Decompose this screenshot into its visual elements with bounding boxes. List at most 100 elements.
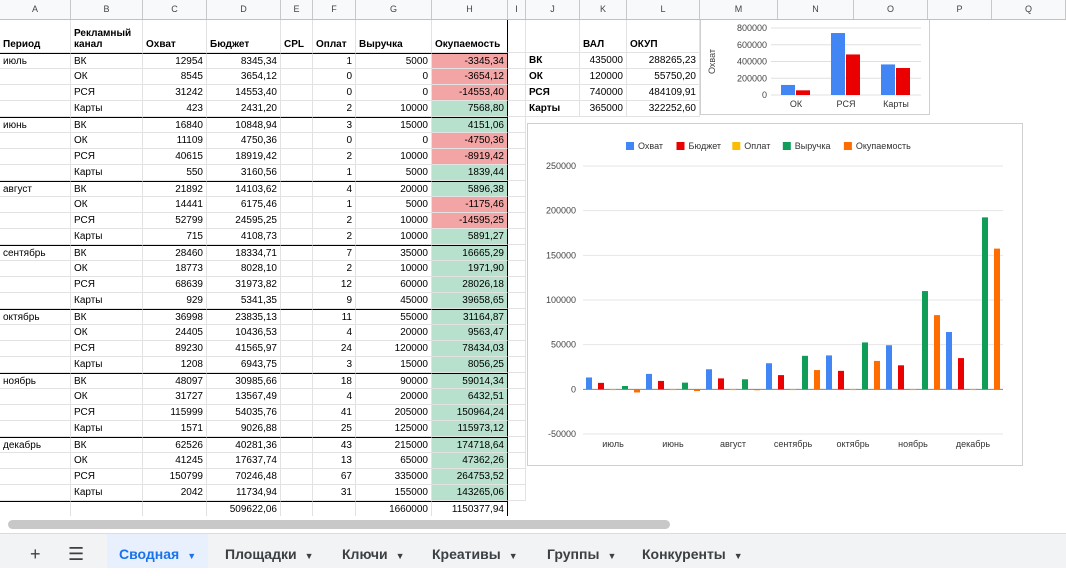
table-cell[interactable]: ноябрь <box>0 373 71 389</box>
empty-cell[interactable] <box>508 149 526 165</box>
table-cell[interactable]: 5000 <box>356 197 432 213</box>
sheet-tab[interactable]: Креативы ▼ <box>420 534 530 568</box>
empty-cell[interactable] <box>508 421 526 437</box>
summary-bar-chart[interactable]: 0 200000 400000 600000 800000 Охват ОК РСЯ Карты <box>700 20 930 115</box>
table-cell[interactable] <box>281 69 313 85</box>
table-cell[interactable] <box>281 101 313 117</box>
empty-cell[interactable] <box>508 261 526 277</box>
table-cell[interactable]: 125000 <box>356 421 432 437</box>
payback-cell[interactable]: 7568,80 <box>432 101 508 117</box>
header-cell[interactable]: Оплат <box>313 20 356 53</box>
table-cell[interactable] <box>281 325 313 341</box>
table-cell[interactable]: Карты <box>71 357 143 373</box>
table-cell[interactable]: 550 <box>143 165 207 181</box>
table-cell[interactable] <box>281 389 313 405</box>
summary-value[interactable]: 365000 <box>580 101 627 117</box>
payback-cell[interactable]: -4750,36 <box>432 133 508 149</box>
table-cell[interactable] <box>281 85 313 101</box>
table-cell[interactable]: Карты <box>71 165 143 181</box>
empty-cell[interactable] <box>508 341 526 357</box>
table-cell[interactable]: 4 <box>313 181 356 197</box>
table-cell[interactable]: 3654,12 <box>207 69 281 85</box>
table-cell[interactable] <box>0 277 71 293</box>
table-cell[interactable]: 1571 <box>143 421 207 437</box>
table-cell[interactable]: 5000 <box>356 165 432 181</box>
sheet-tab[interactable]: Группы ▼ <box>535 534 628 568</box>
table-cell[interactable] <box>281 293 313 309</box>
empty-cell[interactable] <box>508 69 526 85</box>
totals-cell[interactable]: 1150377,94 <box>432 501 508 516</box>
table-cell[interactable]: 4 <box>313 325 356 341</box>
sheet-tab[interactable]: Сводная ▼ <box>107 534 209 568</box>
table-cell[interactable] <box>0 389 71 405</box>
table-cell[interactable]: РСЯ <box>71 341 143 357</box>
table-cell[interactable]: 0 <box>313 133 356 149</box>
empty-cell[interactable] <box>508 389 526 405</box>
table-cell[interactable]: 15000 <box>356 357 432 373</box>
summary-value[interactable]: 288265,23 <box>627 53 700 69</box>
empty-cell[interactable] <box>508 181 526 197</box>
payback-cell[interactable]: 264753,52 <box>432 469 508 485</box>
table-cell[interactable]: 2 <box>313 229 356 245</box>
table-cell[interactable] <box>281 277 313 293</box>
table-cell[interactable]: РСЯ <box>71 277 143 293</box>
dropdown-arrow-icon[interactable]: ▼ <box>396 551 405 561</box>
table-cell[interactable]: ВК <box>71 309 143 325</box>
table-cell[interactable]: 41245 <box>143 453 207 469</box>
payback-cell[interactable]: 28026,18 <box>432 277 508 293</box>
table-cell[interactable]: 65000 <box>356 453 432 469</box>
table-cell[interactable]: 715 <box>143 229 207 245</box>
table-cell[interactable]: 4108,73 <box>207 229 281 245</box>
table-cell[interactable]: 21892 <box>143 181 207 197</box>
table-cell[interactable]: 10000 <box>356 213 432 229</box>
table-cell[interactable]: 12954 <box>143 53 207 69</box>
payback-cell[interactable]: 78434,03 <box>432 341 508 357</box>
empty-cell[interactable] <box>508 325 526 341</box>
totals-cell[interactable]: 509622,06 <box>207 501 281 516</box>
header-cell[interactable]: Окупаемость <box>432 20 508 53</box>
payback-cell[interactable]: 9563,47 <box>432 325 508 341</box>
table-cell[interactable]: РСЯ <box>71 85 143 101</box>
add-sheet-icon[interactable]: + <box>30 534 41 568</box>
table-cell[interactable]: 11109 <box>143 133 207 149</box>
table-cell[interactable]: 3 <box>313 117 356 133</box>
table-cell[interactable] <box>281 261 313 277</box>
table-cell[interactable]: 14441 <box>143 197 207 213</box>
table-cell[interactable]: 2431,20 <box>207 101 281 117</box>
table-cell[interactable]: 15000 <box>356 117 432 133</box>
table-cell[interactable]: 13 <box>313 453 356 469</box>
table-cell[interactable]: 43 <box>313 437 356 453</box>
table-cell[interactable]: 10000 <box>356 101 432 117</box>
table-cell[interactable]: 18919,42 <box>207 149 281 165</box>
summary-value[interactable]: 435000 <box>580 53 627 69</box>
table-cell[interactable]: 1 <box>313 165 356 181</box>
table-cell[interactable]: 423 <box>143 101 207 117</box>
table-cell[interactable]: Карты <box>71 229 143 245</box>
table-cell[interactable]: 40615 <box>143 149 207 165</box>
totals-cell[interactable] <box>313 501 356 516</box>
payback-cell[interactable]: -14595,25 <box>432 213 508 229</box>
table-cell[interactable] <box>281 245 313 261</box>
table-cell[interactable] <box>0 229 71 245</box>
table-cell[interactable]: 12 <box>313 277 356 293</box>
table-cell[interactable]: ВК <box>71 245 143 261</box>
table-cell[interactable] <box>281 453 313 469</box>
table-cell[interactable]: 31 <box>313 485 356 501</box>
table-cell[interactable] <box>0 453 71 469</box>
table-cell[interactable] <box>0 101 71 117</box>
table-cell[interactable]: 20000 <box>356 325 432 341</box>
table-cell[interactable] <box>281 181 313 197</box>
header-cell[interactable]: Охват <box>143 20 207 53</box>
table-cell[interactable]: 54035,76 <box>207 405 281 421</box>
column-header-bar[interactable]: ABCDEFGHIJKLMNOPQ <box>0 0 1066 20</box>
table-cell[interactable]: 0 <box>356 69 432 85</box>
table-cell[interactable]: 9026,88 <box>207 421 281 437</box>
table-cell[interactable]: 10848,94 <box>207 117 281 133</box>
table-cell[interactable]: 68639 <box>143 277 207 293</box>
dropdown-arrow-icon[interactable]: ▼ <box>305 551 314 561</box>
summary-value[interactable]: 120000 <box>580 69 627 85</box>
table-cell[interactable]: 10436,53 <box>207 325 281 341</box>
payback-cell[interactable]: 150964,24 <box>432 405 508 421</box>
table-cell[interactable]: 9 <box>313 293 356 309</box>
empty-cell[interactable] <box>508 293 526 309</box>
